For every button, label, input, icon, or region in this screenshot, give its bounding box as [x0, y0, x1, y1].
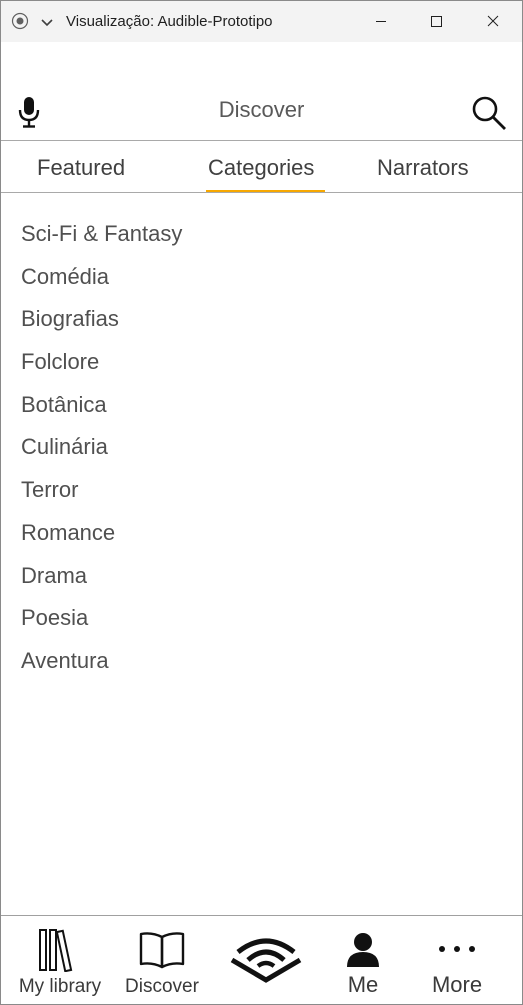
nav-label-me: Me — [347, 972, 379, 997]
category-item[interactable]: Drama — [21, 555, 501, 598]
person-icon — [347, 933, 379, 967]
category-item[interactable]: Poesia — [21, 597, 501, 640]
audible-logo-icon — [230, 938, 302, 983]
minimize-icon[interactable] — [353, 1, 409, 42]
category-item[interactable]: Culinária — [21, 426, 501, 469]
nav-my-library[interactable]: My library — [6, 916, 114, 1004]
category-list: Sci-Fi & Fantasy Comédia Biografias Folc… — [21, 213, 501, 683]
nav-label-library: My library — [18, 976, 102, 997]
category-item[interactable]: Botânica — [21, 384, 501, 427]
category-item[interactable]: Aventura — [21, 640, 501, 683]
nav-label-discover: Discover — [125, 976, 199, 997]
tab-categories[interactable]: Categories — [208, 155, 314, 181]
tab-bar: Featured Categories Narrators — [1, 141, 522, 193]
page-title: Discover — [218, 97, 305, 122]
category-item[interactable]: Biografias — [21, 298, 501, 341]
app-window: Visualização: Audible-Prototipo Discover… — [0, 0, 523, 1005]
category-item[interactable]: Comédia — [21, 256, 501, 299]
nav-discover[interactable]: Discover — [115, 916, 209, 1004]
tabs-divider — [1, 192, 522, 193]
nav-home[interactable] — [221, 916, 311, 1004]
library-icon — [39, 929, 73, 972]
app-header: Discover — [1, 42, 522, 140]
close-icon[interactable] — [465, 1, 521, 42]
category-item[interactable]: Sci-Fi & Fantasy — [21, 213, 501, 256]
category-item[interactable]: Romance — [21, 512, 501, 555]
maximize-icon[interactable] — [409, 1, 465, 42]
bottom-navigation: My library Discover Me More — [1, 916, 522, 1004]
book-icon — [139, 932, 185, 969]
record-icon[interactable] — [11, 12, 29, 30]
tab-featured[interactable]: Featured — [37, 155, 125, 181]
nav-label-more: More — [431, 972, 483, 997]
category-item[interactable]: Folclore — [21, 341, 501, 384]
category-item[interactable]: Terror — [21, 469, 501, 512]
chevron-down-icon[interactable] — [40, 15, 54, 29]
more-dots-icon — [439, 946, 475, 952]
window-title: Visualização: Audible-Prototipo — [66, 13, 273, 30]
tab-narrators[interactable]: Narrators — [377, 155, 469, 181]
nav-more[interactable]: More — [411, 916, 503, 1004]
title-bar: Visualização: Audible-Prototipo — [1, 1, 522, 42]
nav-me[interactable]: Me — [323, 916, 403, 1004]
search-icon[interactable] — [471, 95, 507, 131]
